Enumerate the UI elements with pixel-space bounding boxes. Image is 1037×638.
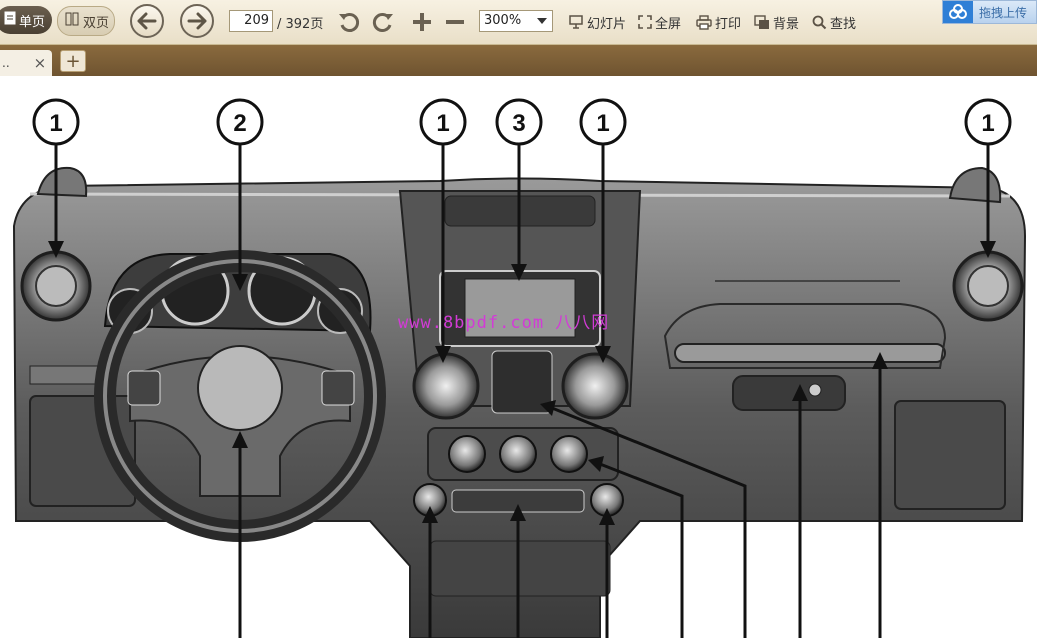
total-pages: / 392页 (277, 16, 324, 32)
right-center-vent (561, 352, 629, 420)
left-center-vent (412, 352, 480, 420)
search-icon (812, 15, 827, 29)
arrow-left-icon (137, 12, 157, 30)
callout-label-5: 1 (596, 110, 609, 137)
callout-label-1: 1 (49, 110, 62, 137)
tab-bar: .. × + (0, 45, 1037, 76)
upload-button[interactable]: 拖拽上传 (942, 0, 1037, 24)
rotate-left-icon (339, 13, 360, 32)
left-tweeter (36, 166, 88, 198)
double-page-icon (65, 12, 79, 30)
forward-button[interactable] (180, 4, 214, 38)
callout-label-2: 2 (233, 110, 246, 137)
print-label: 打印 (715, 16, 742, 32)
steering-wheel-hub (197, 345, 283, 431)
background-button[interactable]: 背景 (754, 0, 799, 44)
rotate-right-icon (372, 13, 393, 32)
zoom-value: 300% (484, 13, 522, 28)
page-number-input[interactable]: 209 (229, 10, 273, 32)
background-label: 背景 (773, 16, 800, 32)
fullscreen-button[interactable]: 全屏 (638, 0, 681, 44)
new-tab-button[interactable]: + (60, 50, 86, 72)
zoom-select[interactable]: 300% (479, 10, 553, 32)
document-page: 1 2 1 3 1 1 www.8bpdf.com 八八网 (0, 76, 1037, 638)
tab-title: .. (2, 56, 10, 70)
close-icon[interactable]: × (34, 54, 47, 72)
zoom-out-button[interactable] (444, 0, 466, 44)
find-button[interactable]: 查找 (812, 0, 856, 44)
climate-knob-right (550, 435, 588, 473)
single-page-label: 单页 (19, 14, 46, 30)
fullscreen-label: 全屏 (655, 16, 682, 32)
double-page-button[interactable]: 双页 (57, 6, 115, 36)
arrow-right-icon (187, 12, 207, 30)
zoom-in-button[interactable] (411, 0, 433, 44)
right-tweeter (948, 166, 1002, 204)
projector-icon (569, 15, 583, 29)
slideshow-label: 幻灯片 (587, 16, 627, 32)
callout-label-4: 3 (512, 110, 525, 137)
rotate-right-button[interactable] (371, 0, 395, 44)
tab-document[interactable]: .. × (0, 50, 52, 76)
chevron-down-icon (537, 18, 547, 24)
single-page-button[interactable]: 单页 (0, 6, 52, 34)
plus-icon: + (65, 50, 81, 72)
upload-label: 拖拽上传 (979, 5, 1028, 20)
printer-icon (696, 14, 712, 30)
minus-icon (446, 20, 464, 24)
callout-label-6: 1 (981, 110, 994, 137)
climate-knob-center (499, 435, 537, 473)
callout-label-3: 1 (436, 110, 449, 137)
fullscreen-icon (638, 15, 652, 29)
passenger-grab-handle (674, 343, 946, 363)
print-button[interactable]: 打印 (696, 0, 741, 44)
cloud-icon (943, 1, 973, 23)
plus-icon (413, 13, 431, 31)
background-icon (754, 14, 769, 29)
toolbar: 单页 双页 209 / 392页 300% 幻灯片 全屏 打印 背景 查找 拖拽… (0, 0, 1037, 45)
dashboard-illustration: 1 2 1 3 1 1 (12, 98, 1027, 638)
double-page-label: 双页 (83, 15, 110, 31)
page-icon (4, 11, 16, 29)
climate-knob-left (448, 435, 486, 473)
rotate-left-button[interactable] (337, 0, 361, 44)
back-button[interactable] (130, 4, 164, 38)
find-label: 查找 (830, 16, 857, 32)
slideshow-button[interactable]: 幻灯片 (568, 0, 626, 44)
watermark: www.8bpdf.com 八八网 (398, 313, 610, 333)
glove-box-latch (732, 375, 846, 411)
